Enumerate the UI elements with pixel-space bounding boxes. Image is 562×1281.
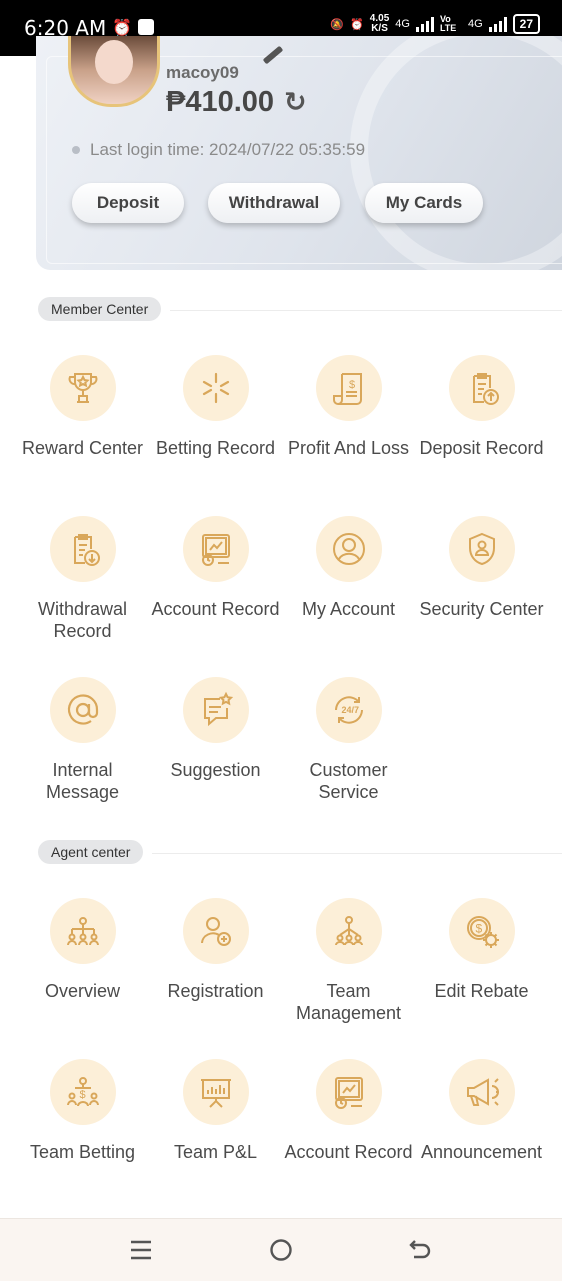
svg-text:24/7: 24/7 (341, 705, 359, 715)
chat-star-icon (182, 677, 249, 743)
deposit-record-item[interactable]: Deposit Record (415, 355, 548, 459)
edit-rebate-label: Edit Rebate (434, 981, 529, 1001)
agent-account-record-item[interactable]: Account Record (282, 1059, 415, 1163)
account-record-item[interactable]: Account Record (149, 516, 282, 620)
suggestion-item[interactable]: Suggestion (149, 677, 282, 781)
receipt-icon: $ (315, 355, 382, 421)
announcement-item[interactable]: Announcement (415, 1059, 548, 1163)
team-pl-label: Team P&L (173, 1142, 258, 1162)
overview-label: Overview (44, 981, 120, 1001)
svg-text:$: $ (349, 379, 355, 391)
team-betting-item[interactable]: $ Team Betting (16, 1059, 149, 1163)
my-cards-button[interactable]: My Cards (365, 183, 483, 223)
profit-and-loss-label: Profit And Loss (287, 438, 410, 458)
withdrawal-record-item[interactable]: Withdrawal Record (16, 516, 149, 642)
user-circle-icon (315, 516, 382, 582)
refresh-icon[interactable]: ↻ (284, 87, 307, 118)
security-center-label: Security Center (419, 599, 544, 619)
suggestion-label: Suggestion (170, 760, 261, 780)
team-pl-item[interactable]: Team P&L (149, 1059, 282, 1163)
alarm-icon: ⏰ (112, 20, 132, 37)
network-type-2: 4G (467, 18, 483, 30)
dot-icon (72, 146, 80, 154)
org-chart-icon (49, 898, 116, 964)
status-indicators: 🔕 ⏰ 4.05 K/S 4G Vo LTE 4G 27 (330, 14, 540, 34)
home-icon[interactable] (266, 1237, 296, 1263)
balance: ₱410.00 ↻ (166, 86, 307, 119)
member-center-label: Member Center (38, 297, 162, 321)
star-burst-icon (182, 355, 249, 421)
divider (170, 310, 562, 311)
reward-center-item[interactable]: Reward Center (16, 355, 149, 459)
withdrawal-button[interactable]: Withdrawal (208, 183, 340, 223)
trophy-icon (49, 355, 116, 421)
customer-service-item[interactable]: 24/7 Customer Service (282, 677, 415, 803)
clipboard-download-icon (49, 516, 116, 582)
divider (152, 853, 562, 854)
security-center-item[interactable]: Security Center (415, 516, 548, 620)
registration-item[interactable]: Registration (149, 898, 282, 1002)
presentation-chart-icon (182, 1059, 249, 1125)
balance-amount: ₱410.00 (166, 86, 275, 118)
monitor-chart-icon (182, 516, 249, 582)
svg-text:$: $ (79, 1089, 85, 1101)
battery-icon: 27 (512, 14, 540, 34)
deposit-button[interactable]: Deposit (72, 183, 184, 223)
shield-user-icon (448, 516, 515, 582)
username: macoy09 (166, 63, 239, 82)
betting-record-item[interactable]: Betting Record (149, 355, 282, 459)
network-speed: 4.05 K/S (369, 13, 390, 34)
internal-message-label: Internal Message (45, 760, 120, 802)
agent-account-record-label: Account Record (284, 1142, 413, 1162)
my-account-item[interactable]: My Account (282, 516, 415, 620)
at-sign-icon (49, 677, 116, 743)
add-user-icon (182, 898, 249, 964)
team-money-icon: $ (49, 1059, 116, 1125)
mute-icon: 🔕 (330, 18, 345, 31)
internal-message-item[interactable]: Internal Message (16, 677, 149, 803)
profit-and-loss-item[interactable]: $ Profit And Loss (282, 355, 415, 459)
team-network-icon (315, 898, 382, 964)
clipboard-upload-icon (448, 355, 515, 421)
last-login: Last login time: 2024/07/22 05:35:59 (72, 140, 365, 160)
customer-service-label: Customer Service (309, 760, 388, 802)
svg-text:$: $ (475, 922, 482, 936)
support-24-7-icon: 24/7 (315, 677, 382, 743)
team-betting-label: Team Betting (29, 1142, 136, 1162)
withdrawal-record-label: Withdrawal Record (37, 599, 128, 641)
deposit-record-label: Deposit Record (419, 438, 544, 458)
agent-center-label: Agent center (38, 840, 144, 864)
overview-item[interactable]: Overview (16, 898, 149, 1002)
notification-icon (138, 19, 154, 35)
reward-center-label: Reward Center (21, 438, 144, 458)
recent-apps-icon[interactable] (126, 1237, 156, 1263)
account-record-label: Account Record (151, 599, 280, 619)
system-nav-bar (0, 1218, 562, 1281)
back-icon[interactable] (406, 1237, 436, 1263)
signal-icon-2 (488, 16, 507, 32)
network-type-1: 4G (395, 18, 410, 30)
monitor-chart-icon (315, 1059, 382, 1125)
betting-record-label: Betting Record (155, 438, 276, 458)
megaphone-icon (448, 1059, 515, 1125)
edit-rebate-item[interactable]: $ Edit Rebate (415, 898, 548, 1002)
signal-icon (415, 16, 434, 32)
team-management-label: Team Management (295, 981, 402, 1023)
coin-gear-icon: $ (448, 898, 515, 964)
last-login-text: Last login time: 2024/07/22 05:35:59 (90, 140, 366, 159)
alarm-icon-right: ⏰ (350, 18, 364, 31)
announcement-label: Announcement (420, 1142, 543, 1162)
team-management-item[interactable]: Team Management (282, 898, 415, 1024)
volte-label: Vo LTE (439, 14, 457, 33)
registration-label: Registration (167, 981, 264, 1001)
my-account-label: My Account (301, 599, 396, 619)
